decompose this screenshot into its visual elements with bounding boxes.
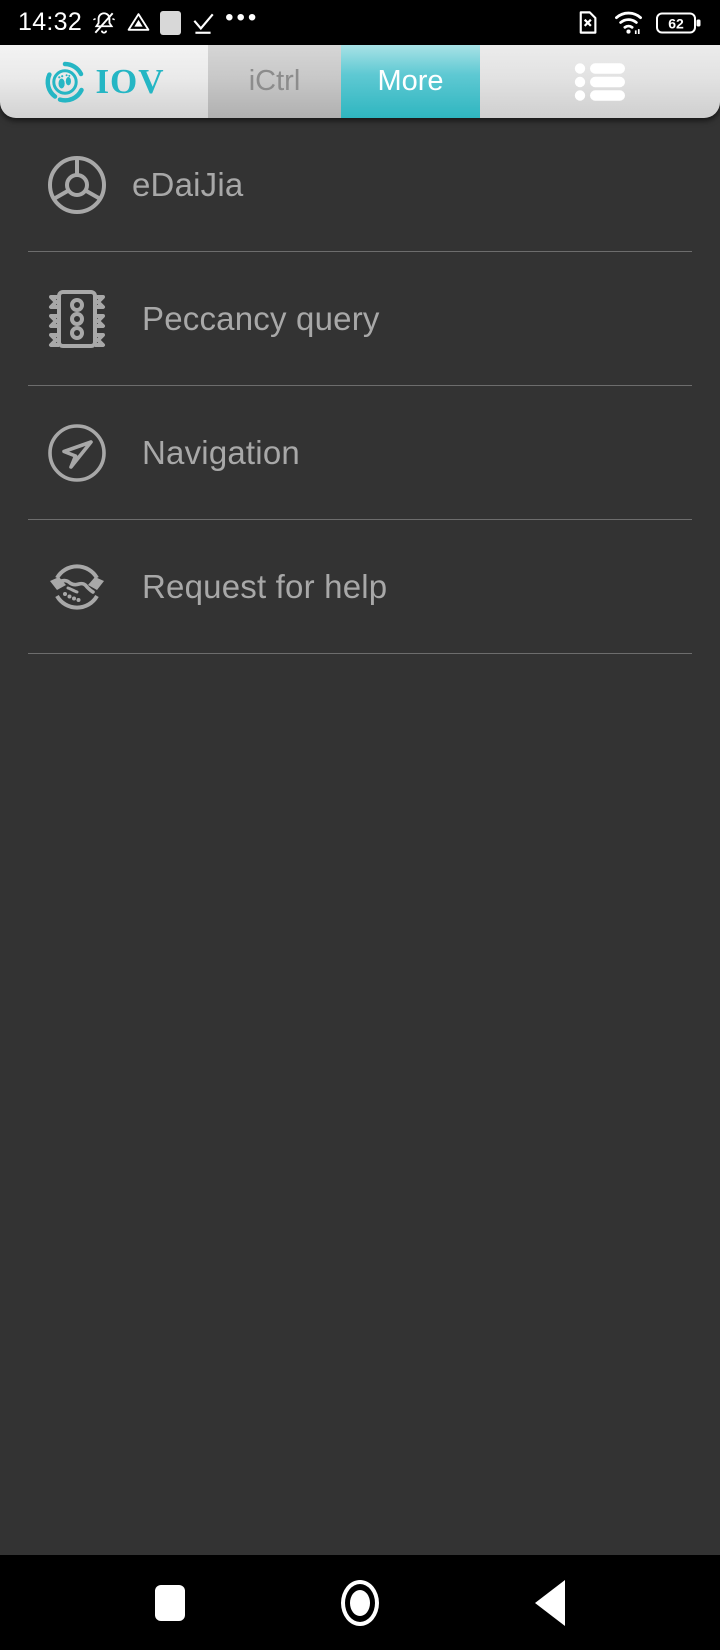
home-button[interactable] (325, 1568, 395, 1638)
battery-level-text: 62 (668, 15, 684, 31)
triangle-left-icon (535, 1579, 565, 1626)
tab-ictrl[interactable]: iCtrl (208, 45, 341, 118)
list-item-request-for-help[interactable]: Request for help (0, 520, 720, 654)
status-bar-right: 62 (574, 9, 702, 36)
list-item-label: Navigation (142, 434, 300, 471)
list-item-navigation[interactable]: Navigation (0, 386, 720, 520)
status-bar-left: 14:32 ••• (18, 4, 260, 37)
list-menu-icon (574, 62, 626, 102)
circle-icon (341, 1579, 379, 1626)
status-bar: 14:32 ••• 62 (0, 0, 720, 45)
wifi-icon (614, 9, 643, 36)
battery-icon: 62 (656, 10, 702, 36)
overflow-dots-icon: ••• (225, 4, 260, 31)
steering-wheel-icon (44, 152, 110, 218)
menu-button[interactable] (480, 45, 720, 118)
list-item-label: Peccancy query (142, 300, 380, 337)
tab-more[interactable]: More (341, 45, 480, 118)
navigation-arrow-icon (44, 420, 110, 486)
list-item-label: Request for help (142, 568, 388, 605)
handshake-icon (44, 554, 110, 620)
list-item-label: eDaiJia (132, 166, 244, 203)
traffic-light-icon (44, 286, 110, 352)
phone-screen: 14:32 ••• 62 IOV iCtrl More eDaiJia Pecc… (0, 0, 720, 1650)
tab-ictrl-label: iCtrl (248, 65, 301, 97)
top-tab-bar: IOV iCtrl More (0, 45, 720, 118)
tab-more-label: More (377, 65, 444, 97)
checkmark-icon (190, 10, 216, 36)
iov-footprint-logo-icon (43, 60, 87, 104)
back-button[interactable] (515, 1568, 585, 1638)
bell-mute-icon (91, 10, 117, 36)
recents-button[interactable] (135, 1568, 205, 1638)
square-icon (155, 1584, 185, 1621)
drive-triangle-icon (126, 10, 151, 35)
white-square-icon (160, 10, 182, 35)
list-item-edaijia[interactable]: eDaiJia (0, 118, 720, 252)
app-logo: IOV (0, 45, 208, 118)
no-sim-icon (574, 9, 601, 36)
android-nav-bar (0, 1555, 720, 1650)
status-bar-clock: 14:32 (18, 8, 83, 36)
list-item-peccancy-query[interactable]: Peccancy query (0, 252, 720, 386)
app-logo-text: IOV (95, 61, 165, 101)
feature-list: eDaiJia Peccancy query Navigation Reques… (0, 118, 720, 654)
